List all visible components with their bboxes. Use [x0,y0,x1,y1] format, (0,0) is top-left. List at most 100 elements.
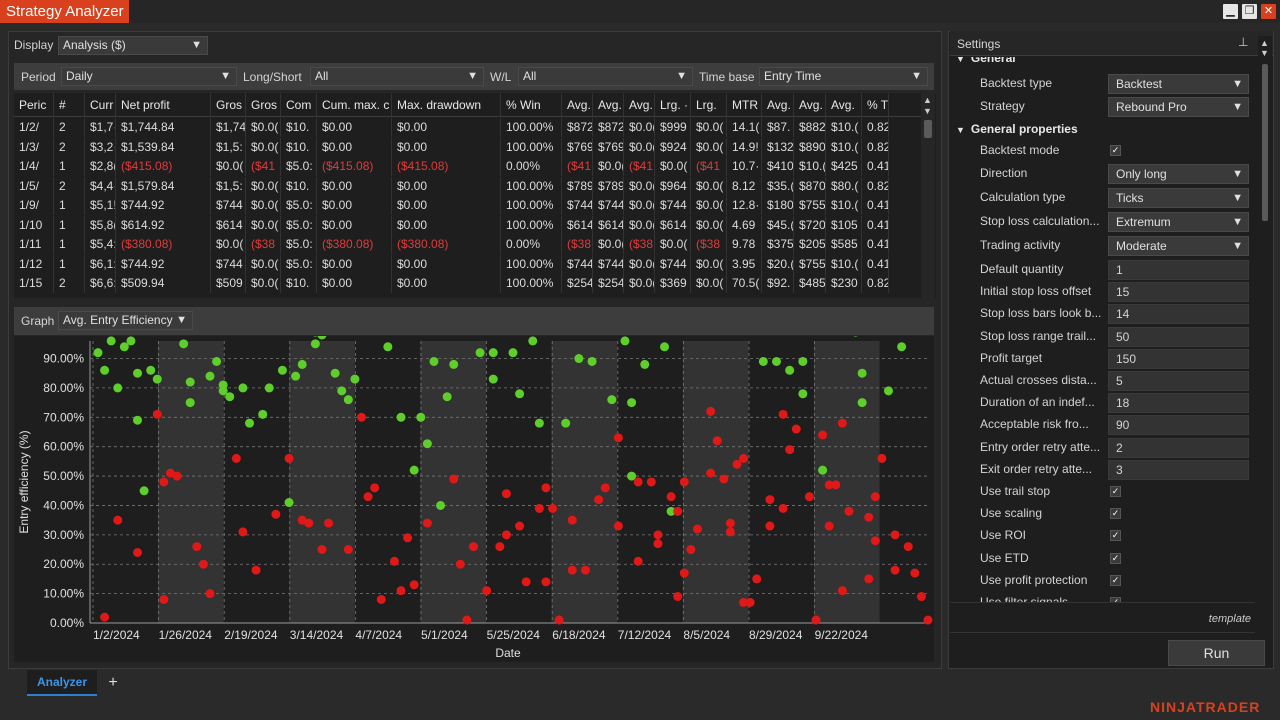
column-header[interactable]: Peric [14,93,54,116]
table-scroll-thumb[interactable] [924,120,932,138]
setting-select[interactable]: Only long ▼ [1108,164,1249,184]
column-header[interactable]: Gros [211,93,246,116]
column-header[interactable]: % Tr [862,93,889,116]
data-point [640,359,650,369]
restore-button[interactable]: ❐ [1242,4,1257,19]
data-point [317,330,327,340]
display-label: Display [14,38,54,52]
setting-select[interactable]: Extremum ▼ [1108,212,1249,232]
table-row[interactable]: 1/5/2 $4,4· $1,579.84 $1,5: $0.0($10. $0.00 $0… [14,176,921,196]
data-point [251,565,261,575]
data-point [534,418,544,428]
setting-input[interactable]: 14 [1108,304,1249,324]
graph-select[interactable]: Avg. Entry Efficiency ▼ [58,311,193,330]
column-header[interactable]: Max. drawdown [392,93,501,116]
table-cell: $5.0: [281,254,317,274]
setting-input[interactable]: 15 [1108,282,1249,302]
pin-icon[interactable]: ⊥ [1238,35,1248,49]
table-row[interactable]: 1/10 1 $5,8($614.92 $614 $0.0($5.0: $0.00 $0.0… [14,215,921,235]
display-select[interactable]: Analysis ($) ▼ [58,36,208,55]
scroll-down-icon[interactable]: ▼ [1260,48,1269,58]
data-point [449,474,459,484]
tab-analyzer[interactable]: Analyzer [27,670,97,696]
column-header[interactable]: Lrg. [691,93,727,116]
data-point [851,327,861,337]
period-select[interactable]: Daily ▼ [61,67,237,86]
data-point [231,453,241,463]
column-header[interactable]: Lrg. · [655,93,691,116]
column-header[interactable]: Avg. [762,93,794,116]
longshort-select[interactable]: All ▼ [310,67,484,86]
column-header[interactable]: Com [281,93,317,116]
setting-checkbox[interactable]: ✓ [1110,508,1121,519]
close-button[interactable]: ✕ [1261,4,1276,19]
data-point [284,453,294,463]
column-header[interactable]: MTR [727,93,762,116]
column-header[interactable]: Avg. [562,93,593,116]
scroll-down-icon[interactable]: ▼ [923,106,932,116]
column-header[interactable]: Curr [85,93,116,116]
table-row[interactable]: 1/9/1 $5,1! $744.92 $744 $0.0($5.0: $0.00 $0.0… [14,196,921,215]
table-cell: $1,74 [211,118,246,137]
timebase-select[interactable]: Entry Time ▼ [759,67,928,86]
table-cell: $0.00 [317,254,392,274]
scroll-up-icon[interactable]: ▲ [923,95,932,105]
table-cell: 1 [54,157,85,176]
column-header[interactable]: Net profit [116,93,211,116]
setting-row: Duration of an indef... 18 [950,392,1255,414]
column-header[interactable]: Avg. [794,93,826,116]
column-header[interactable]: % Win [501,93,562,116]
add-tab-button[interactable]: + [102,672,124,694]
table-row[interactable]: 1/12 1 $6,1: $744.92 $744 $0.0($5.0: $0.00 $0.0… [14,254,921,274]
chart-area: 0.00% 10.00% 20.00% 30.00% 40.00% 50.00% 60.00… [14,327,934,662]
minimize-button[interactable]: ▁ [1223,4,1238,19]
x-axis-label: Date [495,646,521,660]
setting-checkbox[interactable]: ✓ [1110,553,1121,564]
column-header[interactable]: Avg. [593,93,624,116]
table-row[interactable]: 1/15 2 $6,6: $509.94 $509 $0.0($10. $0.00 $0.00… [14,274,921,293]
data-point [146,365,156,375]
setting-input[interactable]: 90 [1108,415,1249,435]
template-bar: template [950,602,1255,630]
setting-checkbox[interactable]: ✓ [1110,530,1121,541]
column-header[interactable]: Avg. [826,93,862,116]
setting-input[interactable]: 50 [1108,327,1249,347]
table-cell: $425 [826,157,862,176]
scroll-up-icon[interactable]: ▲ [1260,38,1269,48]
table-cell: ($380.08) [317,235,392,254]
column-header[interactable]: Gros [246,93,281,116]
table-row[interactable]: 1/4/1 $2,8(($415.08) $0.0(($41 $5.0: ($415.0… [14,157,921,176]
setting-select[interactable]: Ticks ▼ [1108,188,1249,208]
run-button[interactable]: Run [1168,640,1265,666]
setting-input[interactable]: 18 [1108,393,1249,413]
setting-select[interactable]: Moderate ▼ [1108,236,1249,256]
wl-select[interactable]: All ▼ [518,67,693,86]
table-cell: $0.0( [624,215,655,235]
setting-checkbox[interactable]: ✓ [1110,486,1121,497]
setting-checkbox[interactable]: ✓ [1110,575,1121,586]
data-point [501,530,511,540]
table-cell: $0.00 [392,196,501,215]
setting-input[interactable]: 2 [1108,438,1249,458]
setting-input[interactable]: 1 [1108,260,1249,280]
settings-scroll-thumb[interactable] [1262,64,1268,221]
setting-checkbox[interactable]: ✓ [1110,145,1121,156]
table-row[interactable]: 1/3/2 $3,2· $1,539.84 $1,5: $0.0($10. $0.00 $0… [14,137,921,157]
setting-row: Stop loss bars look b... 14 [950,303,1255,325]
table-row[interactable]: 1/2/2 $1,7· $1,744.84 $1,74 $0.0($10. $0.00 $0… [14,118,921,137]
template-link[interactable]: template [1209,613,1251,625]
data-point [633,477,643,487]
setting-input[interactable]: 3 [1108,460,1249,480]
table-cell: 14.1( [727,118,762,137]
data-point [455,559,465,569]
setting-input[interactable]: 5 [1108,371,1249,391]
y-tick-label: 60.00% [43,440,84,454]
table-cell: 0.82 [862,274,889,293]
column-header[interactable]: # [54,93,85,116]
column-header[interactable]: Avg. [624,93,655,116]
setting-input[interactable]: 150 [1108,349,1249,369]
settings-scrollbar[interactable]: ▲ ▼ [1258,36,1272,602]
column-header[interactable]: Cum. max. c [317,93,392,116]
table-scrollbar[interactable]: ▲ ▼ [921,93,935,298]
table-row[interactable]: 1/11 1 $5,4: ($380.08) $0.0(($38 $5.0: ($380.0… [14,235,921,254]
